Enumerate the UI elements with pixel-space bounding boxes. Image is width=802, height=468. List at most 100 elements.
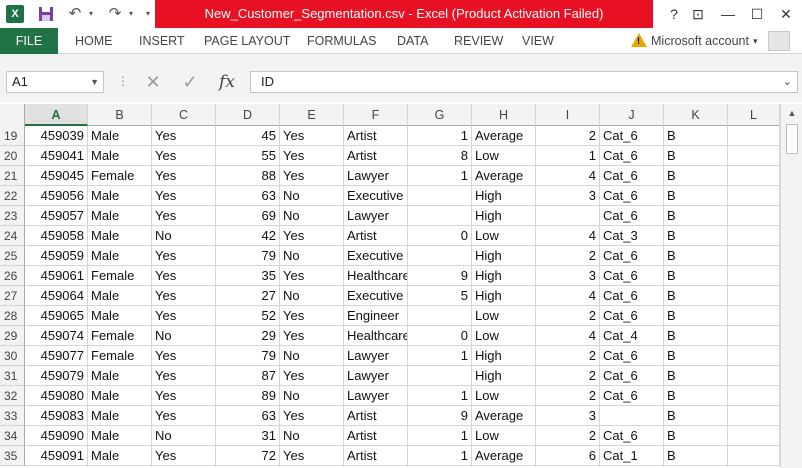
- cell-l[interactable]: [728, 166, 780, 186]
- column-header-c[interactable]: C: [152, 104, 216, 126]
- column-header-d[interactable]: D: [216, 104, 280, 126]
- cell-e[interactable]: No: [280, 186, 344, 206]
- cell-g[interactable]: [408, 366, 472, 386]
- cell-i[interactable]: 4: [536, 286, 600, 306]
- cell-a[interactable]: 459045: [25, 166, 88, 186]
- cell-j[interactable]: Cat_6: [600, 246, 664, 266]
- insert-function-icon[interactable]: fx: [212, 71, 242, 93]
- cell-a[interactable]: 459074: [25, 326, 88, 346]
- cell-j[interactable]: Cat_6: [600, 426, 664, 446]
- cell-k[interactable]: B: [664, 286, 728, 306]
- cell-a[interactable]: 459080: [25, 386, 88, 406]
- cell-i[interactable]: 2: [536, 346, 600, 366]
- cell-d[interactable]: 45: [216, 126, 280, 146]
- cell-a[interactable]: 459058: [25, 226, 88, 246]
- cell-k[interactable]: B: [664, 366, 728, 386]
- cell-f[interactable]: Healthcare: [344, 266, 408, 286]
- cell-l[interactable]: [728, 406, 780, 426]
- cell-c[interactable]: Yes: [152, 186, 216, 206]
- row-header[interactable]: 25: [0, 246, 25, 266]
- cell-h[interactable]: Low: [472, 226, 536, 246]
- scroll-thumb[interactable]: [786, 124, 798, 154]
- cell-h[interactable]: Average: [472, 406, 536, 426]
- cell-k[interactable]: B: [664, 446, 728, 466]
- row-header[interactable]: 29: [0, 326, 25, 346]
- column-header-e[interactable]: E: [280, 104, 344, 126]
- cell-i[interactable]: 1: [536, 146, 600, 166]
- formula-bar-splitter[interactable]: ⋮: [117, 74, 129, 88]
- cell-c[interactable]: Yes: [152, 166, 216, 186]
- minimize-button[interactable]: —: [716, 4, 740, 24]
- cell-e[interactable]: Yes: [280, 366, 344, 386]
- cell-a[interactable]: 459064: [25, 286, 88, 306]
- cell-j[interactable]: Cat_6: [600, 166, 664, 186]
- column-header-f[interactable]: F: [344, 104, 408, 126]
- cell-b[interactable]: Male: [88, 286, 152, 306]
- cell-g[interactable]: 0: [408, 326, 472, 346]
- cell-j[interactable]: [600, 406, 664, 426]
- cell-d[interactable]: 69: [216, 206, 280, 226]
- cell-l[interactable]: [728, 346, 780, 366]
- excel-icon[interactable]: X: [6, 5, 24, 23]
- cell-a[interactable]: 459059: [25, 246, 88, 266]
- cell-l[interactable]: [728, 306, 780, 326]
- cell-e[interactable]: Yes: [280, 326, 344, 346]
- cell-f[interactable]: Artist: [344, 226, 408, 246]
- cell-b[interactable]: Male: [88, 446, 152, 466]
- cell-h[interactable]: Average: [472, 166, 536, 186]
- row-header[interactable]: 34: [0, 426, 25, 446]
- cell-l[interactable]: [728, 206, 780, 226]
- cell-b[interactable]: Male: [88, 226, 152, 246]
- cell-f[interactable]: Executive: [344, 286, 408, 306]
- cell-k[interactable]: B: [664, 306, 728, 326]
- cell-l[interactable]: [728, 226, 780, 246]
- expand-formula-icon[interactable]: ⌄: [783, 72, 792, 92]
- cell-c[interactable]: Yes: [152, 346, 216, 366]
- cell-c[interactable]: Yes: [152, 366, 216, 386]
- cell-j[interactable]: Cat_6: [600, 346, 664, 366]
- cell-g[interactable]: [408, 186, 472, 206]
- column-header-b[interactable]: B: [88, 104, 152, 126]
- undo-icon[interactable]: ↶: [64, 4, 86, 24]
- cell-d[interactable]: 89: [216, 386, 280, 406]
- cell-l[interactable]: [728, 426, 780, 446]
- row-header[interactable]: 30: [0, 346, 25, 366]
- cell-l[interactable]: [728, 286, 780, 306]
- cell-c[interactable]: Yes: [152, 446, 216, 466]
- cell-h[interactable]: High: [472, 266, 536, 286]
- ribbon-display-button[interactable]: ⊡: [686, 4, 710, 24]
- cell-c[interactable]: Yes: [152, 246, 216, 266]
- cell-e[interactable]: No: [280, 246, 344, 266]
- cell-b[interactable]: Male: [88, 206, 152, 226]
- cell-f[interactable]: Lawyer: [344, 206, 408, 226]
- cell-a[interactable]: 459056: [25, 186, 88, 206]
- cell-b[interactable]: Male: [88, 146, 152, 166]
- cell-g[interactable]: 1: [408, 346, 472, 366]
- cell-e[interactable]: Yes: [280, 126, 344, 146]
- column-header-l[interactable]: L: [728, 104, 780, 126]
- cell-g[interactable]: 0: [408, 226, 472, 246]
- cell-a[interactable]: 459091: [25, 446, 88, 466]
- cell-j[interactable]: Cat_6: [600, 126, 664, 146]
- cell-e[interactable]: No: [280, 386, 344, 406]
- cell-h[interactable]: High: [472, 186, 536, 206]
- row-header[interactable]: 20: [0, 146, 25, 166]
- cell-f[interactable]: Lawyer: [344, 166, 408, 186]
- cell-b[interactable]: Male: [88, 306, 152, 326]
- cell-g[interactable]: 1: [408, 426, 472, 446]
- cell-h[interactable]: Low: [472, 146, 536, 166]
- cell-a[interactable]: 459077: [25, 346, 88, 366]
- cell-b[interactable]: Male: [88, 426, 152, 446]
- cell-h[interactable]: Low: [472, 326, 536, 346]
- cell-a[interactable]: 459090: [25, 426, 88, 446]
- cell-d[interactable]: 63: [216, 186, 280, 206]
- cell-b[interactable]: Male: [88, 186, 152, 206]
- cell-c[interactable]: No: [152, 226, 216, 246]
- cell-d[interactable]: 35: [216, 266, 280, 286]
- cell-f[interactable]: Artist: [344, 406, 408, 426]
- cell-e[interactable]: No: [280, 206, 344, 226]
- chevron-down-icon[interactable]: ▼: [90, 72, 99, 92]
- cell-j[interactable]: Cat_6: [600, 386, 664, 406]
- help-button[interactable]: ?: [662, 4, 686, 24]
- cell-k[interactable]: B: [664, 226, 728, 246]
